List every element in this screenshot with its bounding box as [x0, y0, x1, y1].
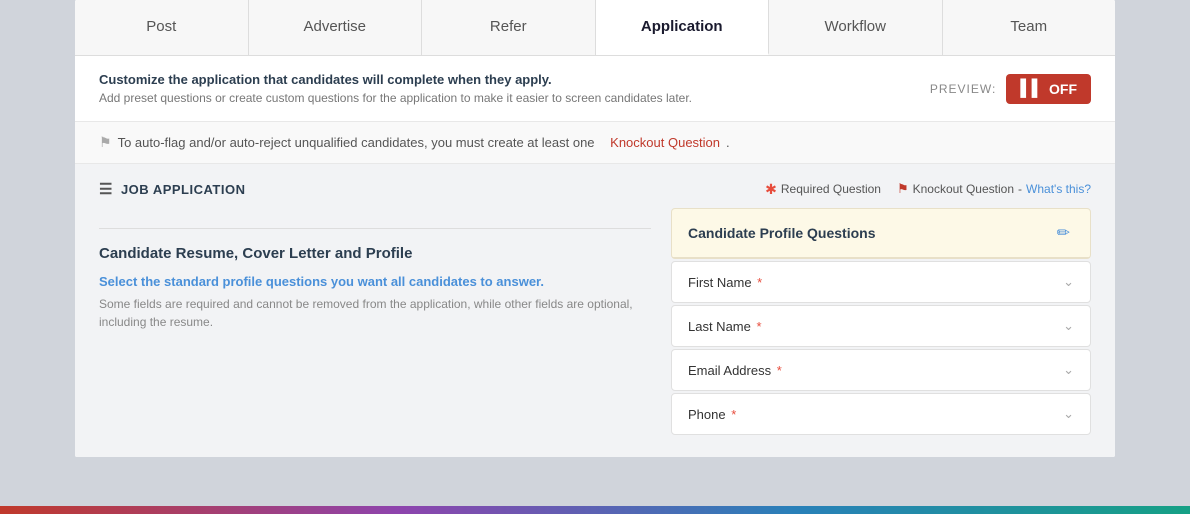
field-row-email: Email Address * ⌄	[671, 349, 1091, 391]
job-app-title: ☰ JOB APPLICATION	[99, 180, 245, 198]
flag-icon: ⚑	[99, 134, 112, 151]
toggle-label: OFF	[1049, 81, 1077, 97]
tab-bar: Post Advertise Refer Application Workflo…	[75, 0, 1115, 56]
header-sub-text: Add preset questions or create custom qu…	[99, 91, 692, 105]
tab-advertise[interactable]: Advertise	[249, 0, 423, 55]
job-app-title-text: JOB APPLICATION	[121, 182, 246, 197]
field-row-phone: Phone * ⌄	[671, 393, 1091, 435]
knockout-flag-icon: ⚑	[897, 181, 909, 197]
section-desc-bold: Select the standard profile questions yo…	[99, 274, 651, 289]
legend-required: ✱ Required Question	[765, 181, 881, 198]
chevron-down-phone[interactable]: ⌄	[1063, 406, 1074, 422]
right-column: Candidate Profile Questions ✏ First Name…	[671, 208, 1091, 437]
preview-toggle-button[interactable]: ▌▌ OFF	[1006, 74, 1091, 104]
main-container: Post Advertise Refer Application Workflo…	[75, 0, 1115, 457]
bottom-bar	[0, 506, 1190, 514]
two-col-layout: Candidate Resume, Cover Letter and Profi…	[99, 208, 1091, 437]
field-label-first-name: First Name *	[688, 275, 762, 290]
field-label-email: Email Address *	[688, 363, 782, 378]
toggle-icon: ▌▌	[1020, 80, 1043, 98]
section-desc: Some fields are required and cannot be r…	[99, 295, 651, 331]
legend-knockout: ⚑ Knockout Question - What's this?	[897, 181, 1091, 197]
tab-application[interactable]: Application	[596, 0, 770, 55]
chevron-down-last-name[interactable]: ⌄	[1063, 318, 1074, 334]
tab-post[interactable]: Post	[75, 0, 249, 55]
left-column: Candidate Resume, Cover Letter and Profi…	[99, 208, 651, 437]
chevron-down-first-name[interactable]: ⌄	[1063, 274, 1074, 290]
divider	[99, 228, 651, 229]
required-dot-phone: *	[728, 407, 737, 422]
job-app-header: ☰ JOB APPLICATION ✱ Required Question ⚑ …	[99, 164, 1091, 208]
legend: ✱ Required Question ⚑ Knockout Question …	[765, 181, 1091, 198]
chevron-down-email[interactable]: ⌄	[1063, 362, 1074, 378]
knockout-link[interactable]: Knockout Question	[610, 135, 720, 150]
required-dot-first-name: *	[754, 275, 763, 290]
preview-section: PREVIEW: ▌▌ OFF	[930, 74, 1091, 104]
flag-text: To auto-flag and/or auto-reject unqualif…	[118, 135, 595, 150]
page-wrapper: Post Advertise Refer Application Workflo…	[0, 0, 1190, 514]
header-main-text: Customize the application that candidate…	[99, 72, 692, 87]
tab-refer[interactable]: Refer	[422, 0, 596, 55]
list-icon: ☰	[99, 180, 113, 198]
header-section: Customize the application that candidate…	[75, 56, 1115, 122]
profile-card: Candidate Profile Questions ✏	[671, 208, 1091, 259]
profile-card-header: Candidate Profile Questions ✏	[672, 209, 1090, 258]
edit-profile-questions-button[interactable]: ✏	[1053, 223, 1074, 243]
required-star-icon: ✱	[765, 181, 777, 198]
content-area: ☰ JOB APPLICATION ✱ Required Question ⚑ …	[75, 164, 1115, 457]
flag-text-end: .	[726, 135, 730, 150]
required-label: Required Question	[781, 182, 881, 196]
required-dot-last-name: *	[753, 319, 762, 334]
section-title: Candidate Resume, Cover Letter and Profi…	[99, 245, 651, 262]
field-label-last-name: Last Name *	[688, 319, 762, 334]
preview-label: PREVIEW:	[930, 82, 996, 96]
required-dot-email: *	[773, 363, 782, 378]
legend-dash: -	[1018, 182, 1022, 196]
profile-card-title: Candidate Profile Questions	[688, 225, 875, 241]
field-row-first-name: First Name * ⌄	[671, 261, 1091, 303]
flag-notice: ⚑ To auto-flag and/or auto-reject unqual…	[75, 122, 1115, 164]
tab-team[interactable]: Team	[943, 0, 1116, 55]
knockout-label: Knockout Question	[913, 182, 1014, 196]
field-label-phone: Phone *	[688, 407, 736, 422]
header-text: Customize the application that candidate…	[99, 72, 692, 105]
field-row-last-name: Last Name * ⌄	[671, 305, 1091, 347]
whats-this-link[interactable]: What's this?	[1026, 182, 1091, 196]
tab-workflow[interactable]: Workflow	[769, 0, 943, 55]
